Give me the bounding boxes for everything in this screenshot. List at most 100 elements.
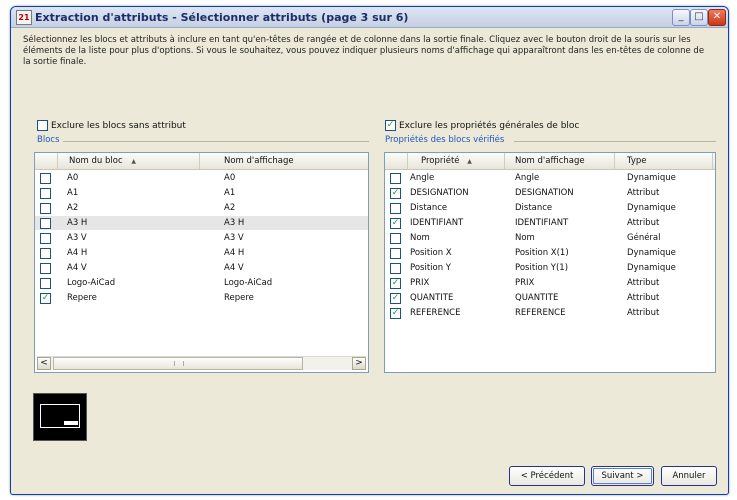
- block-row-checkbox[interactable]: [40, 173, 51, 184]
- instructions-text: Sélectionnez les blocs et attributs à in…: [23, 35, 705, 67]
- block-name-cell: Repere: [67, 293, 97, 303]
- checkbox-column-header: [35, 153, 58, 169]
- property-row[interactable]: Distance Distance Dynamique: [385, 201, 715, 215]
- sort-ascending-icon: ▲: [131, 158, 136, 165]
- property-type-cell: Dynamique: [627, 248, 676, 258]
- property-type-cell: Dynamique: [627, 263, 676, 273]
- next-button[interactable]: Suivant >: [591, 466, 654, 486]
- property-name-cell: Nom: [410, 233, 430, 243]
- property-row-checkbox[interactable]: [390, 233, 401, 244]
- property-display-name-cell: Distance: [515, 203, 553, 213]
- property-row[interactable]: Nom Nom Général: [385, 231, 715, 245]
- cancel-button[interactable]: Annuler: [661, 466, 717, 486]
- block-display-name-cell: A4 V: [224, 263, 244, 273]
- property-row[interactable]: ✓ DESIGNATION DESIGNATION Attribut: [385, 186, 715, 200]
- block-name-cell: A4 V: [67, 263, 87, 273]
- title-bar[interactable]: 21 Extraction d'attributs - Sélectionner…: [11, 7, 728, 28]
- block-row[interactable]: A3 H A3 H: [35, 216, 368, 230]
- property-display-name-cell: Position X(1): [515, 248, 569, 258]
- exclude-blocks-label: Exclure les blocs sans attribut: [51, 121, 186, 131]
- property-row[interactable]: Angle Angle Dynamique: [385, 171, 715, 185]
- block-name-cell: Logo-AiCad: [67, 278, 116, 288]
- property-type-cell: Attribut: [627, 278, 660, 288]
- property-row[interactable]: Position Y Position Y(1) Dynamique: [385, 261, 715, 275]
- block-row[interactable]: A2 A2: [35, 201, 368, 215]
- block-row[interactable]: Logo-AiCad Logo-AiCad: [35, 276, 368, 290]
- block-row[interactable]: A3 V A3 V: [35, 231, 368, 245]
- block-row-checkbox[interactable]: [40, 203, 51, 214]
- block-row-checkbox[interactable]: [40, 278, 51, 289]
- blocks-list-header: Nom du bloc ▲ Nom d'affichage: [35, 153, 368, 170]
- blocks-list[interactable]: Nom du bloc ▲ Nom d'affichage A0 A0 A1 A1 A2…: [34, 152, 369, 373]
- property-type-cell: Dynamique: [627, 173, 676, 183]
- property-row-checkbox[interactable]: [390, 203, 401, 214]
- scroll-right-button[interactable]: >: [352, 357, 366, 370]
- property-row-checkbox[interactable]: ✓: [390, 218, 401, 229]
- property-name-cell: PRIX: [410, 278, 430, 288]
- exclude-general-props-option[interactable]: ✓ Exclure les propriétés générales de blo…: [385, 120, 579, 131]
- blocks-horizontal-scrollbar[interactable]: < >: [37, 356, 366, 370]
- property-row[interactable]: Position X Position X(1) Dynamique: [385, 246, 715, 260]
- props-display-name-column-header[interactable]: Nom d'affichage: [505, 153, 615, 169]
- block-row-checkbox[interactable]: [40, 233, 51, 244]
- block-row-checkbox[interactable]: [40, 248, 51, 259]
- property-row-checkbox[interactable]: ✓: [390, 188, 401, 199]
- property-row-checkbox[interactable]: [390, 248, 401, 259]
- exclude-blocks-checkbox[interactable]: [37, 120, 48, 131]
- close-button[interactable]: ✕: [708, 9, 726, 26]
- block-row[interactable]: A4 V A4 V: [35, 261, 368, 275]
- minimize-button[interactable]: _: [672, 9, 690, 26]
- property-row[interactable]: ✓ QUANTITE QUANTITE Attribut: [385, 291, 715, 305]
- block-row[interactable]: A4 H A4 H: [35, 246, 368, 260]
- type-column-header[interactable]: Type: [615, 153, 713, 169]
- block-display-name-cell: A0: [224, 173, 236, 183]
- block-name-cell: A1: [67, 188, 79, 198]
- property-row-checkbox[interactable]: ✓: [390, 308, 401, 319]
- property-column-header[interactable]: Propriété ▲: [407, 153, 505, 169]
- property-type-cell: Général: [627, 233, 661, 243]
- exclude-general-props-label: Exclure les propriétés générales de bloc: [399, 121, 580, 131]
- display-name-header-label: Nom d'affichage: [224, 156, 294, 166]
- property-row[interactable]: ✓ PRIX PRIX Attribut: [385, 276, 715, 290]
- property-row[interactable]: ✓ REFERENCE REFERENCE Attribut: [385, 306, 715, 320]
- block-display-name-cell: A2: [224, 203, 236, 213]
- property-display-name-cell: Nom: [515, 233, 535, 243]
- block-display-name-cell: Repere: [224, 293, 254, 303]
- block-display-name-cell: A3 V: [224, 233, 244, 243]
- exclude-general-props-checkbox[interactable]: ✓: [385, 120, 396, 131]
- scroll-left-button[interactable]: <: [37, 357, 51, 370]
- properties-list[interactable]: Propriété ▲ Nom d'affichage Type Angle An…: [384, 152, 716, 373]
- maximize-button[interactable]: □: [690, 9, 708, 26]
- properties-group-label: Propriétés des blocs vérifiés: [385, 135, 505, 145]
- block-row-checkbox[interactable]: ✓: [40, 293, 51, 304]
- block-display-name-cell: A3 H: [224, 218, 245, 228]
- property-name-cell: QUANTITE: [410, 293, 454, 303]
- block-row-checkbox[interactable]: [40, 263, 51, 274]
- block-name-column-header[interactable]: Nom du bloc ▲: [57, 153, 200, 169]
- property-name-cell: DESIGNATION: [410, 188, 469, 198]
- property-display-name-cell: REFERENCE: [515, 308, 566, 318]
- property-row-checkbox[interactable]: ✓: [390, 293, 401, 304]
- property-display-name-cell: Position Y(1): [515, 263, 569, 273]
- property-row-checkbox[interactable]: [390, 173, 401, 184]
- block-row[interactable]: ✓ Repere Repere: [35, 291, 368, 305]
- preview-title-block: [64, 421, 78, 425]
- previous-button[interactable]: < Précédent: [509, 466, 585, 486]
- property-row-checkbox[interactable]: ✓: [390, 278, 401, 289]
- property-type-cell: Attribut: [627, 218, 660, 228]
- block-name-cell: A2: [67, 203, 79, 213]
- scrollbar-thumb[interactable]: [53, 357, 303, 370]
- app-icon: 21: [16, 10, 32, 25]
- blocks-group-label: Blocs: [37, 135, 60, 145]
- property-header-label: Propriété: [421, 156, 460, 166]
- display-name-column-header[interactable]: Nom d'affichage: [200, 153, 366, 169]
- property-name-cell: REFERENCE: [410, 308, 461, 318]
- block-row[interactable]: A0 A0: [35, 171, 368, 185]
- block-row-checkbox[interactable]: [40, 188, 51, 199]
- exclude-blocks-option[interactable]: Exclure les blocs sans attribut: [37, 120, 186, 131]
- property-row[interactable]: ✓ IDENTIFIANT IDENTIFIANT Attribut: [385, 216, 715, 230]
- property-row-checkbox[interactable]: [390, 263, 401, 274]
- block-row[interactable]: A1 A1: [35, 186, 368, 200]
- block-display-name-cell: A4 H: [224, 248, 245, 258]
- block-row-checkbox[interactable]: [40, 218, 51, 229]
